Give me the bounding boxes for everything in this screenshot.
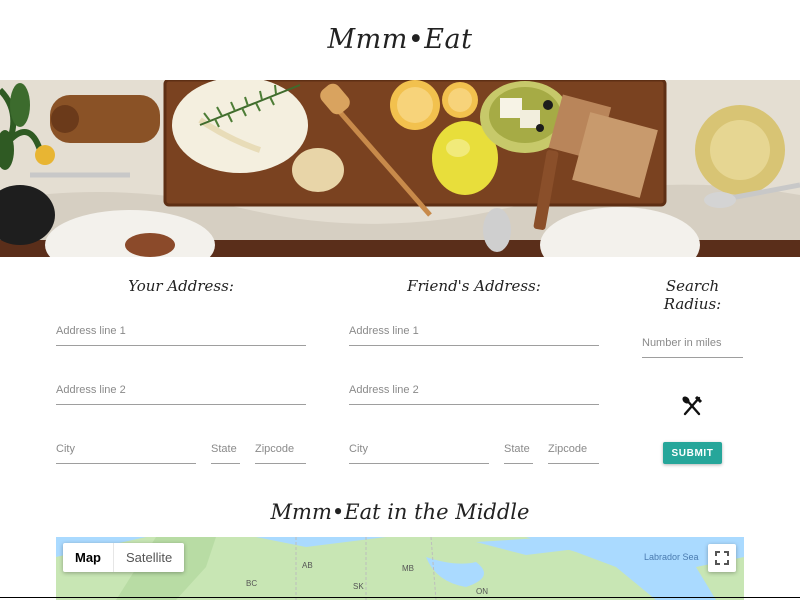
- friend-address-heading: Friend's Address:: [407, 277, 541, 295]
- your-address-line1-field[interactable]: [56, 316, 306, 346]
- map-region-label: SK: [353, 582, 364, 591]
- your-state-input[interactable]: [211, 434, 240, 463]
- map-section-title: Mmm•Eat in the Middle: [270, 500, 530, 524]
- fullscreen-icon: [715, 551, 729, 565]
- submit-button[interactable]: SUBMIT: [663, 442, 722, 464]
- map-type-control: Map Satellite: [63, 543, 185, 572]
- site-title: Mmm•Eat: [327, 24, 473, 55]
- your-address-line1-input[interactable]: [56, 316, 306, 345]
- friend-city-input[interactable]: [349, 434, 489, 463]
- friend-address-line2-field[interactable]: [349, 375, 599, 405]
- friend-city-field[interactable]: [349, 434, 489, 464]
- search-radius-heading-line1: Search: [665, 277, 720, 295]
- friend-address-line2-input[interactable]: [349, 375, 599, 404]
- your-address-line2-input[interactable]: [56, 375, 306, 404]
- your-city-input[interactable]: [56, 434, 196, 463]
- map-type-map-button[interactable]: Map: [63, 543, 113, 572]
- hero-food-image: [0, 80, 800, 257]
- friend-zipcode-field[interactable]: [548, 434, 599, 464]
- fork-knife-icon: [681, 395, 703, 418]
- your-address-heading: Your Address:: [128, 277, 234, 295]
- your-zipcode-field[interactable]: [255, 434, 306, 464]
- map-region-label: MB: [402, 564, 414, 573]
- friend-zipcode-input[interactable]: [548, 434, 599, 463]
- fullscreen-button[interactable]: [708, 544, 736, 572]
- friend-state-field[interactable]: [504, 434, 533, 464]
- page-divider: [0, 597, 800, 598]
- map-type-satellite-button[interactable]: Satellite: [113, 543, 184, 572]
- search-radius-heading: Search Radius:: [642, 277, 743, 313]
- your-zipcode-input[interactable]: [255, 434, 306, 463]
- map-sea-label: Labrador Sea: [644, 552, 699, 562]
- your-city-field[interactable]: [56, 434, 196, 464]
- your-state-field[interactable]: [211, 434, 240, 464]
- friend-address-line1-input[interactable]: [349, 316, 599, 345]
- map-region-label: BC: [246, 579, 258, 588]
- search-radius-heading-line2: Radius:: [663, 295, 722, 313]
- your-address-line2-field[interactable]: [56, 375, 306, 405]
- friend-address-line1-field[interactable]: [349, 316, 599, 346]
- map-region-label: AB: [302, 561, 313, 570]
- search-radius-input[interactable]: [642, 328, 743, 357]
- map-region-label: ON: [476, 587, 488, 596]
- map-widget[interactable]: Map Satellite AB MB BC SK ON Labrador Se…: [56, 537, 744, 600]
- friend-state-input[interactable]: [504, 434, 533, 463]
- search-radius-field[interactable]: [642, 328, 743, 358]
